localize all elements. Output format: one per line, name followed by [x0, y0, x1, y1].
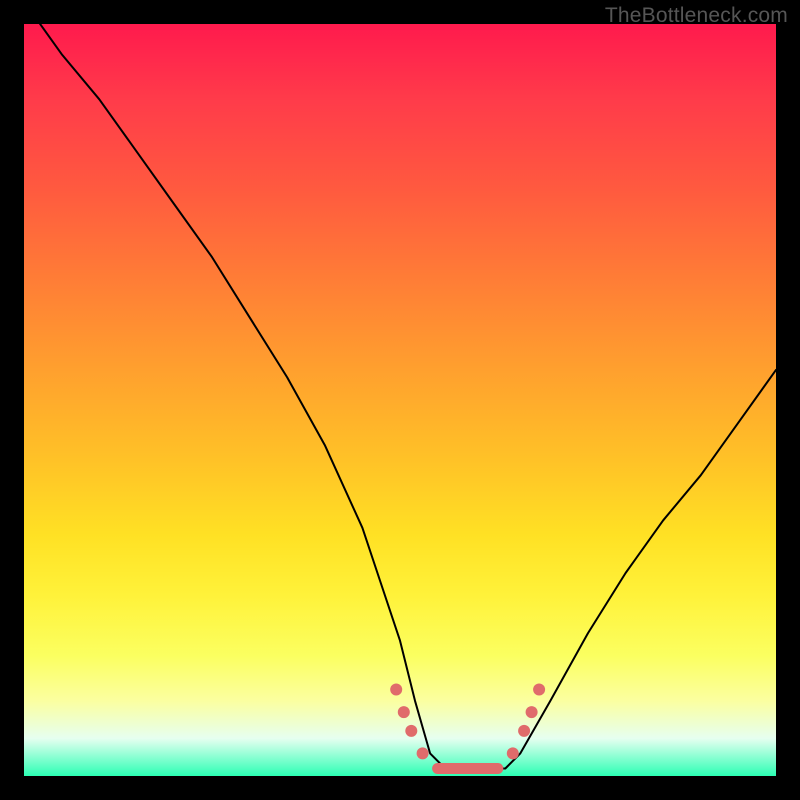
curve-marker [518, 725, 530, 737]
curve-marker [533, 684, 545, 696]
curve-marker [507, 747, 519, 759]
curve-marker [417, 747, 429, 759]
chart-plot-area [24, 24, 776, 776]
bottleneck-curve [24, 24, 776, 768]
curve-marker [390, 684, 402, 696]
watermark-text: TheBottleneck.com [605, 4, 788, 28]
chart-frame: TheBottleneck.com [0, 0, 800, 800]
curve-marker [526, 706, 538, 718]
chart-svg [24, 24, 776, 776]
curve-marker [405, 725, 417, 737]
curve-marker [398, 706, 410, 718]
